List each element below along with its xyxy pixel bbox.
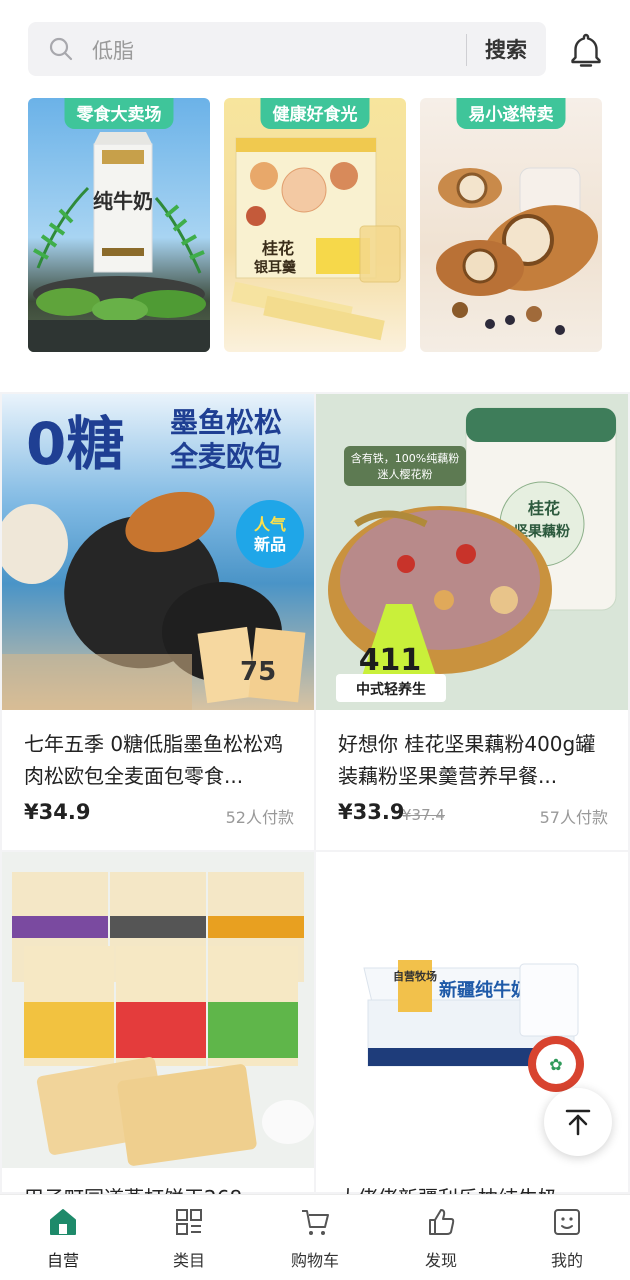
product-image-label: 中式轻养生	[356, 681, 426, 698]
product-image-line1: 墨鱼松松	[170, 406, 282, 439]
search-button[interactable]: 搜索	[466, 22, 546, 76]
tab-cart[interactable]: 购物车	[252, 1195, 378, 1280]
cart-icon	[302, 1210, 329, 1235]
product-original-price: ¥37.4	[402, 806, 445, 824]
tab-label: 我的	[550, 1251, 583, 1270]
grid-icon	[176, 1209, 202, 1235]
product-price: ¥34.9	[24, 800, 91, 824]
product-card[interactable]: 甲子町园道燕打饼干268...	[2, 852, 314, 1210]
milk-carton-illustration: 纯牛奶	[28, 132, 210, 352]
svg-text:人气: 人气	[254, 515, 286, 534]
bottom-tab-bar: 自营 类目 购物车 发现 我的	[0, 1194, 630, 1280]
svg-text:75: 75	[240, 657, 276, 687]
tab-label: 自营	[46, 1251, 79, 1270]
lotus-root-powder-image: 桂花 坚果藕粉 含有铁，100%纯藕粉 迷人樱花粉 411 中式轻养生	[316, 394, 628, 710]
search-bar[interactable]: 低脂 搜索	[28, 22, 546, 76]
tab-label: 类目	[172, 1251, 205, 1270]
promo-banner-special[interactable]: 易小遂特卖	[420, 98, 602, 352]
svg-text:银耳羹: 银耳羹	[254, 259, 297, 276]
product-card[interactable]: 桂花 坚果藕粉 含有铁，100%纯藕粉 迷人樱花粉 411 中式轻养生 好想你 …	[316, 394, 628, 850]
promo-tag: 健康好食光	[260, 98, 370, 129]
search-icon	[49, 37, 73, 61]
product-sold-count: 57人付款	[539, 808, 608, 827]
product-image-brand: 新疆纯牛奶	[439, 979, 529, 1001]
tab-label: 发现	[424, 1251, 457, 1270]
tremella-soup-box-illustration: 桂花 银耳羹	[231, 137, 401, 341]
back-to-top-button[interactable]	[544, 1088, 612, 1156]
tab-me[interactable]: 我的	[504, 1195, 630, 1280]
search-input[interactable]: 低脂	[92, 35, 134, 65]
tab-categories[interactable]: 类目	[126, 1195, 252, 1280]
bread-rolls-illustration	[436, 167, 599, 335]
promo-banner-row: 零食大卖场 纯牛奶 健康好食光 桂花 银耳羹 易小遂特卖	[28, 98, 604, 352]
thumb-up-icon	[429, 1209, 455, 1235]
promo-banner-healthy[interactable]: 健康好食光 桂花 银耳羹	[224, 98, 406, 352]
product-image[interactable]: 桂花 坚果藕粉 含有铁，100%纯藕粉 迷人樱花粉 411 中式轻养生	[316, 394, 628, 710]
header: 低脂 搜索	[0, 0, 630, 96]
tab-discover[interactable]: 发现	[378, 1195, 504, 1280]
tab-label: 购物车	[290, 1251, 339, 1270]
product-sold-count: 52人付款	[225, 808, 294, 827]
profile-icon	[554, 1209, 580, 1235]
promo-tag: 零食大卖场	[64, 98, 174, 129]
cuttlefish-bread-image: 0糖 墨鱼松松 全麦欧包 人气 新品 75	[2, 394, 314, 710]
promo-tag: 易小遂特卖	[456, 98, 566, 129]
promo-banner-snacks[interactable]: 零食大卖场 纯牛奶	[28, 98, 210, 352]
home-icon	[50, 1209, 76, 1235]
svg-text:桂花: 桂花	[527, 499, 560, 518]
svg-text:含有铁，100%纯藕粉: 含有铁，100%纯藕粉	[351, 451, 459, 465]
product-title[interactable]: 好想你 桂花坚果藕粉400g罐装藕粉坚果羹营养早餐...	[338, 728, 608, 792]
product-image[interactable]: 0糖 墨鱼松松 全麦欧包 人气 新品 75	[2, 394, 314, 710]
product-price: ¥33.9	[338, 800, 405, 824]
product-image-line2: 全麦欧包	[169, 440, 282, 473]
product-image-number: 411	[359, 643, 422, 678]
product-card[interactable]: 0糖 墨鱼松松 全麦欧包 人气 新品 75 七年五季 0糖低脂墨鱼松松鸡肉松欧包…	[2, 394, 314, 850]
tab-self-operated[interactable]: 自营	[0, 1195, 126, 1280]
svg-text:新品: 新品	[254, 535, 286, 554]
product-image-big-text: 0糖	[26, 410, 124, 478]
bell-icon[interactable]	[566, 30, 606, 70]
product-title[interactable]: 七年五季 0糖低脂墨鱼松松鸡肉松欧包全麦面包零食...	[24, 728, 294, 792]
arrow-up-icon	[565, 1109, 591, 1136]
soda-crackers-image	[2, 852, 314, 1168]
svg-text:迷人樱花粉: 迷人樱花粉	[378, 468, 433, 481]
svg-text:纯牛奶: 纯牛奶	[93, 189, 153, 213]
product-image-badge: 自营牧场	[393, 969, 437, 983]
svg-text:桂花: 桂花	[261, 239, 294, 258]
product-image[interactable]	[2, 852, 314, 1168]
svg-text:✿: ✿	[549, 1055, 562, 1074]
